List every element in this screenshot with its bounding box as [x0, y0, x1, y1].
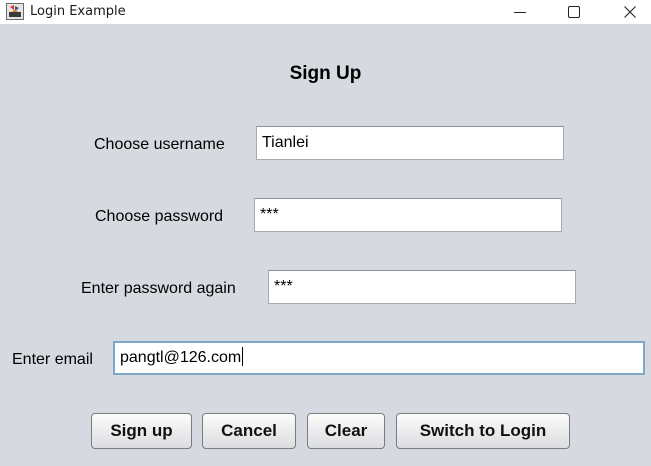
username-value: Tianlei [262, 134, 309, 151]
sign-up-button[interactable]: Sign up [91, 413, 192, 449]
switch-to-login-button[interactable]: Switch to Login [396, 413, 570, 449]
cancel-button[interactable]: Cancel [202, 413, 296, 449]
close-icon [624, 6, 636, 18]
email-label: Enter email [12, 351, 93, 368]
maximize-button[interactable] [551, 0, 597, 24]
text-caret [242, 346, 244, 366]
password-again-label: Enter password again [81, 280, 236, 297]
password-again-value: *** [274, 278, 293, 295]
clear-button[interactable]: Clear [307, 413, 385, 449]
email-value: pangtl@126.com [120, 349, 242, 366]
email-field[interactable]: pangtl@126.com [113, 341, 645, 375]
minimize-button[interactable] [497, 0, 543, 24]
password-again-field[interactable]: *** [268, 270, 576, 304]
window-title: Login Example [30, 4, 126, 19]
password-label: Choose password [95, 208, 224, 225]
minimize-icon [514, 12, 526, 13]
password-value: *** [260, 206, 279, 223]
sign-up-heading: Sign Up [289, 63, 362, 84]
password-field[interactable]: *** [254, 198, 562, 232]
maximize-icon [568, 6, 580, 18]
close-button[interactable] [607, 0, 651, 24]
java-app-icon [6, 3, 24, 20]
username-label: Choose username [94, 136, 225, 153]
username-field[interactable]: Tianlei [256, 126, 564, 160]
login-example-window: Login Example Sign Up Choose username Ti… [0, 0, 651, 466]
title-bar[interactable]: Login Example [0, 0, 651, 24]
